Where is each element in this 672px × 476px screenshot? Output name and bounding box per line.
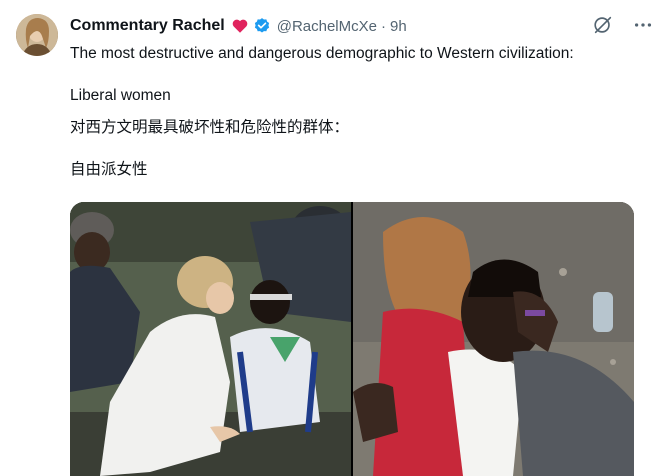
grok-icon[interactable] [592, 14, 614, 36]
text-line-2: Liberal women [70, 87, 171, 104]
media-photo-left[interactable] [70, 202, 351, 476]
avatar[interactable] [16, 14, 58, 56]
heart-icon [231, 17, 249, 35]
text-line-4: 自由派女性 [70, 161, 148, 178]
header-actions [592, 14, 654, 36]
author-handle[interactable]: @RachelMcXe [277, 18, 377, 35]
tweet-header: Commentary Rachel @RachelMcXe · 9h [70, 14, 652, 38]
text-line-3: 对西方文明最具破坏性和危险性的群体： [70, 119, 350, 136]
text-line-1: The most destructive and dangerous demog… [70, 45, 574, 62]
verified-badge-icon [253, 17, 271, 35]
author-name[interactable]: Commentary Rachel [70, 17, 225, 35]
separator-dot: · [380, 17, 386, 35]
post-time[interactable]: 9h [390, 18, 407, 35]
media-grid [70, 202, 634, 476]
tweet: Commentary Rachel @RachelMcXe · 9h The m… [0, 0, 672, 476]
more-icon[interactable] [632, 14, 654, 36]
media-photo-right[interactable] [353, 202, 634, 476]
